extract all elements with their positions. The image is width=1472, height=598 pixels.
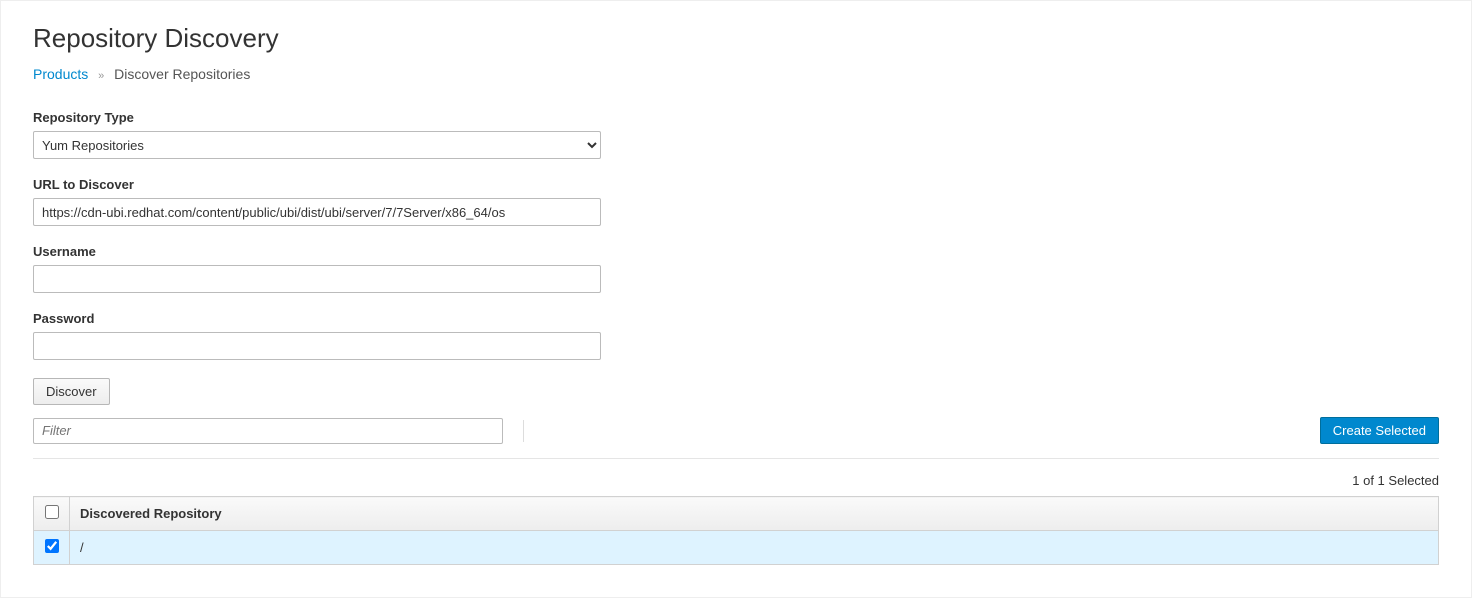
row-checkbox[interactable] (45, 539, 59, 553)
url-input[interactable] (33, 198, 601, 226)
username-input[interactable] (33, 265, 601, 293)
repo-type-select[interactable]: Yum Repositories (33, 131, 601, 159)
breadcrumb-current: Discover Repositories (114, 66, 250, 82)
results-table: Discovered Repository / (33, 496, 1439, 565)
password-input[interactable] (33, 332, 601, 360)
username-label: Username (33, 244, 1439, 259)
url-label: URL to Discover (33, 177, 1439, 192)
select-all-header (34, 497, 70, 531)
chevron-right-icon: » (98, 70, 104, 82)
repo-type-label: Repository Type (33, 110, 1439, 125)
filter-input[interactable] (33, 418, 503, 444)
selected-count-text: 1 of 1 Selected (33, 473, 1439, 488)
table-row: / (34, 531, 1439, 565)
page-title: Repository Discovery (33, 23, 1439, 54)
create-selected-button[interactable]: Create Selected (1320, 417, 1439, 444)
password-label: Password (33, 311, 1439, 326)
breadcrumb-products-link[interactable]: Products (33, 66, 88, 82)
filter-divider (523, 420, 524, 442)
repo-path-cell: / (70, 531, 1439, 565)
breadcrumb: Products » Discover Repositories (33, 66, 1439, 82)
discover-button[interactable]: Discover (33, 378, 110, 405)
select-all-checkbox[interactable] (45, 505, 59, 519)
discovered-repo-header: Discovered Repository (70, 497, 1439, 531)
